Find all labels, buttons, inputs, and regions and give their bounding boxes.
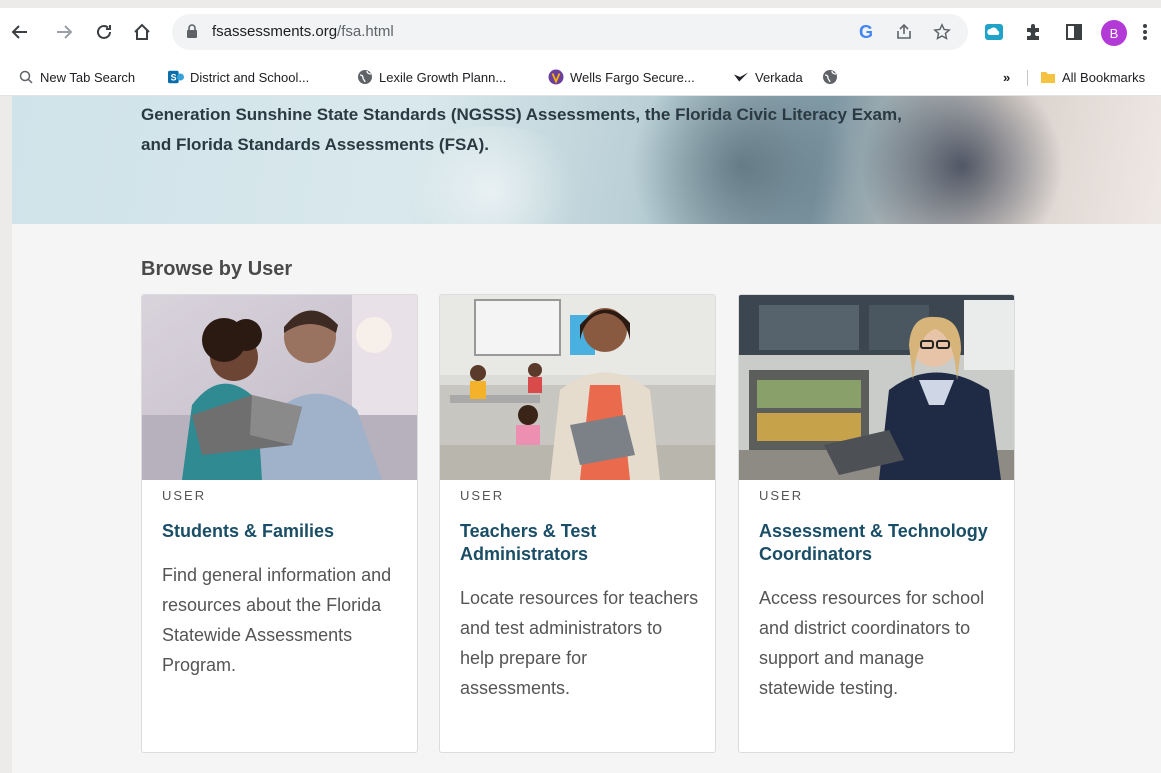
card-kicker: USER (460, 488, 505, 503)
svg-text:S: S (171, 73, 177, 83)
google-icon[interactable]: G (856, 22, 876, 42)
star-icon[interactable] (932, 22, 952, 42)
bookmark-wells-fargo[interactable]: Wells Fargo Secure... (548, 68, 695, 86)
bookmarks-divider (1027, 70, 1028, 86)
card-photo-coordinator (739, 295, 1014, 480)
side-panel-icon[interactable] (1062, 20, 1086, 44)
bookmark-globe[interactable] (822, 68, 844, 86)
card-coordinators[interactable]: USER Assessment & Technology Coordinator… (738, 294, 1015, 753)
share-icon[interactable] (894, 22, 914, 42)
more-bookmarks-label: » (1003, 69, 1011, 85)
lock-icon (187, 24, 197, 38)
folder-icon (1040, 69, 1056, 85)
bookmark-label: Lexile Growth Plann... (379, 69, 507, 85)
sharepoint-icon: S (168, 69, 184, 85)
browser-window: fsassessments.org/fsa.html G B New Tab S… (0, 0, 1161, 773)
home-icon[interactable] (130, 20, 154, 44)
section-title: Browse by User (141, 258, 293, 280)
more-vertical-icon[interactable] (1137, 20, 1153, 44)
page-viewport: Generation Sunshine State Standards (NGS… (12, 96, 1161, 773)
card-description: Locate resources for teachers and test a… (460, 588, 699, 698)
extension-cloud-icon[interactable] (982, 20, 1006, 44)
bookmark-label: New Tab Search (40, 69, 136, 85)
hero-text-line: Generation Sunshine State Standards (NGS… (141, 105, 902, 124)
card-photo-teacher (440, 295, 715, 480)
card-description: Access resources for school and district… (759, 588, 985, 698)
card-title-link[interactable]: Assessment & Technology Coordinators (759, 520, 999, 566)
bookmark-district-school[interactable]: S District and School... (168, 68, 309, 86)
wells-fargo-icon (548, 69, 564, 85)
avatar-letter: B (1109, 25, 1119, 41)
bookmark-lexile[interactable]: Lexile Growth Plann... (357, 68, 506, 86)
search-icon (18, 69, 34, 85)
globe-icon (357, 69, 373, 85)
forward-arrow-icon[interactable] (52, 20, 76, 44)
hero-text-line: and Florida Standards Assessments (FSA). (141, 135, 489, 154)
bookmark-verkada[interactable]: Verkada (733, 68, 803, 86)
all-bookmarks-label: All Bookmarks (1062, 69, 1146, 85)
hero-banner: Generation Sunshine State Standards (NGS… (12, 96, 1161, 224)
card-teachers-administrators[interactable]: USER Teachers & Test Administrators Loca… (439, 294, 716, 753)
bookmark-new-tab-search[interactable]: New Tab Search (18, 68, 135, 86)
card-kicker: USER (759, 488, 804, 503)
card-title-link[interactable]: Students & Families (162, 520, 402, 543)
bookmark-label: Verkada (755, 69, 803, 85)
back-arrow-icon[interactable] (8, 20, 32, 44)
card-students-families[interactable]: USER Students & Families Find general in… (141, 294, 418, 753)
hero-text: Generation Sunshine State Standards (NGS… (141, 100, 1021, 160)
url-text[interactable]: fsassessments.org/fsa.html (212, 23, 394, 40)
verkada-icon (733, 69, 749, 85)
reload-icon[interactable] (92, 20, 116, 44)
all-bookmarks-folder[interactable]: All Bookmarks (1040, 68, 1145, 86)
card-kicker: USER (162, 488, 207, 503)
globe-icon (822, 69, 838, 85)
bookmark-label: Wells Fargo Secure... (570, 69, 695, 85)
url-host: fsassessments.org (212, 23, 338, 40)
card-description: Find general information and resources a… (162, 565, 392, 675)
card-photo-family (142, 295, 417, 480)
url-path: /fsa.html (337, 23, 394, 40)
browser-toolbar: fsassessments.org/fsa.html G B (0, 8, 1161, 58)
more-bookmarks-button[interactable]: » (1003, 68, 1010, 86)
extensions-puzzle-icon[interactable] (1021, 20, 1045, 44)
bookmarks-bar: New Tab Search S District and School... … (0, 58, 1161, 96)
bookmark-label: District and School... (190, 69, 310, 85)
address-bar[interactable]: fsassessments.org/fsa.html G (172, 14, 968, 50)
card-title-link[interactable]: Teachers & Test Administrators (460, 520, 700, 566)
profile-avatar[interactable]: B (1101, 20, 1127, 46)
